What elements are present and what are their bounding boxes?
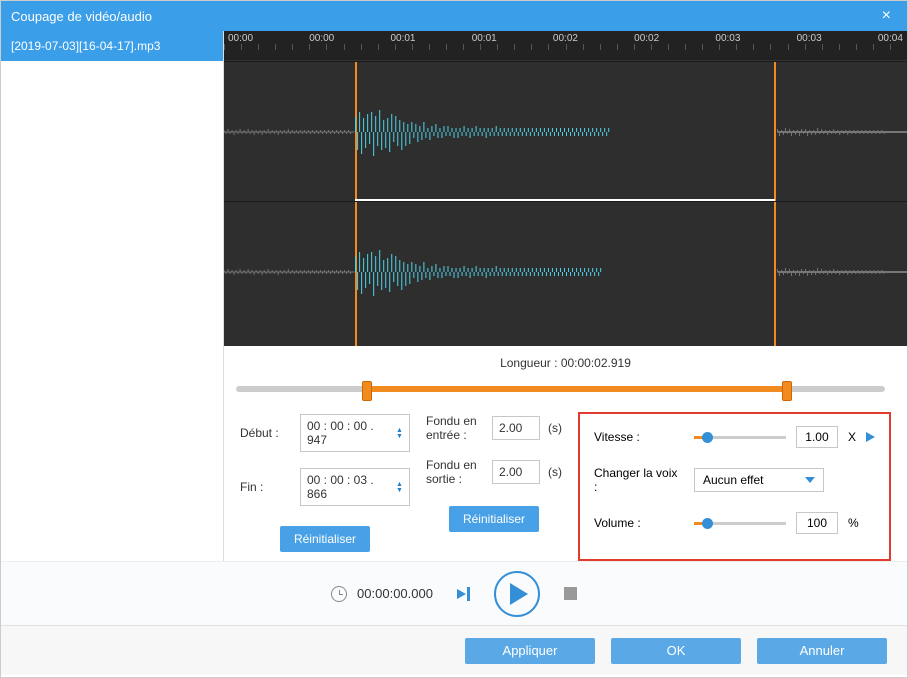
ruler-tick-label: 00:02	[634, 33, 659, 44]
spinner-icon[interactable]: ▲▼	[396, 428, 403, 439]
trim-reset-row: Réinitialiser	[240, 526, 410, 552]
speed-label: Vitesse :	[594, 430, 684, 444]
player-bar: 00:00:00.000	[1, 561, 907, 625]
voice-row: Changer la voix : Aucun effet	[594, 466, 875, 494]
fade-out-value: 2.00	[499, 465, 522, 479]
play-triangle-icon	[457, 589, 466, 599]
play-icon	[510, 583, 528, 605]
trim-slider[interactable]	[236, 374, 885, 404]
controls-panel: Début : 00 : 00 : 00 . 947 ▲▼ Fin : 00 :…	[224, 404, 907, 561]
fade-out-label: Fondu en sortie :	[426, 458, 484, 486]
fade-out-row: Fondu en sortie : 2.00 (s)	[426, 458, 562, 486]
clock-icon	[331, 586, 347, 602]
waveform-track-left	[224, 61, 907, 201]
speed-row: Vitesse : X	[594, 426, 875, 448]
length-display: Longueur : 00:00:02.919	[224, 346, 907, 374]
start-time-input[interactable]: 00 : 00 : 00 . 947 ▲▼	[300, 414, 410, 452]
chevron-down-icon	[805, 477, 815, 483]
skip-bar-icon	[467, 587, 470, 601]
ruler-tick-label: 00:02	[553, 33, 578, 44]
stop-button[interactable]	[564, 587, 577, 600]
slider-handle-end[interactable]	[782, 381, 792, 401]
end-time-input[interactable]: 00 : 00 : 03 . 866 ▲▼	[300, 468, 410, 506]
time-ruler[interactable]: 00:00 00:00 00:01 00:01 00:02 00:02 00:0…	[224, 31, 907, 61]
title-bar: Coupage de vidéo/audio ×	[1, 1, 907, 31]
start-label: Début :	[240, 426, 292, 440]
sidebar: [2019-07-03][16-04-17].mp3	[1, 31, 224, 561]
file-list: [2019-07-03][16-04-17].mp3	[1, 31, 223, 61]
slider-handle-start[interactable]	[362, 381, 372, 401]
ruler-tick-label: 00:01	[472, 33, 497, 44]
volume-input[interactable]	[796, 512, 838, 534]
end-label: Fin :	[240, 480, 292, 494]
voice-select[interactable]: Aucun effet	[694, 468, 824, 492]
fade-in-value: 2.00	[499, 421, 522, 435]
close-icon[interactable]: ×	[876, 7, 897, 25]
end-time-value: 00 : 00 : 03 . 866	[307, 473, 392, 501]
skip-to-end-button[interactable]	[457, 587, 470, 601]
footer: Appliquer OK Annuler	[1, 625, 907, 675]
fade-reset-row: Réinitialiser	[426, 506, 562, 532]
fade-in-row: Fondu en entrée : 2.00 (s)	[426, 414, 562, 442]
speed-unit: X	[848, 430, 856, 444]
speed-slider[interactable]	[694, 430, 786, 444]
waveform-icon	[224, 242, 907, 302]
ruler-times: 00:00 00:00 00:01 00:01 00:02 00:02 00:0…	[224, 31, 907, 44]
fade-unit: (s)	[548, 421, 562, 435]
speed-input[interactable]	[796, 426, 838, 448]
waveform-track-right	[224, 201, 907, 341]
volume-slider[interactable]	[694, 516, 786, 530]
trim-column: Début : 00 : 00 : 00 . 947 ▲▼ Fin : 00 :…	[240, 414, 410, 561]
ruler-tick-label: 00:00	[309, 33, 334, 44]
fade-in-input[interactable]: 2.00	[492, 416, 540, 440]
fade-in-label: Fondu en entrée :	[426, 414, 484, 442]
end-time-row: Fin : 00 : 00 : 03 . 866 ▲▼	[240, 468, 410, 506]
window-title: Coupage de vidéo/audio	[11, 9, 152, 24]
voice-value: Aucun effet	[703, 473, 764, 487]
effects-panel: Vitesse : X Changer la voix : Aucun effe…	[578, 412, 891, 561]
preview-speed-icon[interactable]	[866, 432, 875, 442]
waveform-icon	[224, 102, 907, 162]
player-time: 00:00:00.000	[357, 586, 433, 601]
play-button[interactable]	[494, 571, 540, 617]
fade-out-input[interactable]: 2.00	[492, 460, 540, 484]
apply-button[interactable]: Appliquer	[465, 638, 595, 664]
waveform-area[interactable]	[224, 61, 907, 346]
length-value: 00:00:02.919	[561, 356, 631, 370]
voice-label: Changer la voix :	[594, 466, 684, 494]
main-body: [2019-07-03][16-04-17].mp3 00:00 00:00 0…	[1, 31, 907, 561]
file-item[interactable]: [2019-07-03][16-04-17].mp3	[1, 31, 223, 61]
spinner-icon[interactable]: ▲▼	[396, 482, 403, 493]
ruler-tick-label: 00:03	[715, 33, 740, 44]
ok-button[interactable]: OK	[611, 638, 741, 664]
ruler-tick-label: 00:04	[878, 33, 903, 44]
main-panel: 00:00 00:00 00:01 00:01 00:02 00:02 00:0…	[224, 31, 907, 561]
start-time-row: Début : 00 : 00 : 00 . 947 ▲▼	[240, 414, 410, 452]
reset-fade-button[interactable]: Réinitialiser	[449, 506, 539, 532]
ruler-tick-label: 00:01	[390, 33, 415, 44]
volume-row: Volume : %	[594, 512, 875, 534]
fade-column: Fondu en entrée : 2.00 (s) Fondu en sort…	[426, 414, 562, 561]
cancel-button[interactable]: Annuler	[757, 638, 887, 664]
volume-unit: %	[848, 516, 859, 530]
length-label: Longueur :	[500, 356, 557, 370]
playtime-group: 00:00:00.000	[331, 586, 433, 602]
ruler-tick-label: 00:00	[228, 33, 253, 44]
slider-selection	[367, 386, 785, 392]
ruler-tick-label: 00:03	[797, 33, 822, 44]
timeline: 00:00 00:00 00:01 00:01 00:02 00:02 00:0…	[224, 31, 907, 346]
reset-trim-button[interactable]: Réinitialiser	[280, 526, 370, 552]
volume-label: Volume :	[594, 516, 684, 530]
fade-unit: (s)	[548, 465, 562, 479]
start-time-value: 00 : 00 : 00 . 947	[307, 419, 392, 447]
